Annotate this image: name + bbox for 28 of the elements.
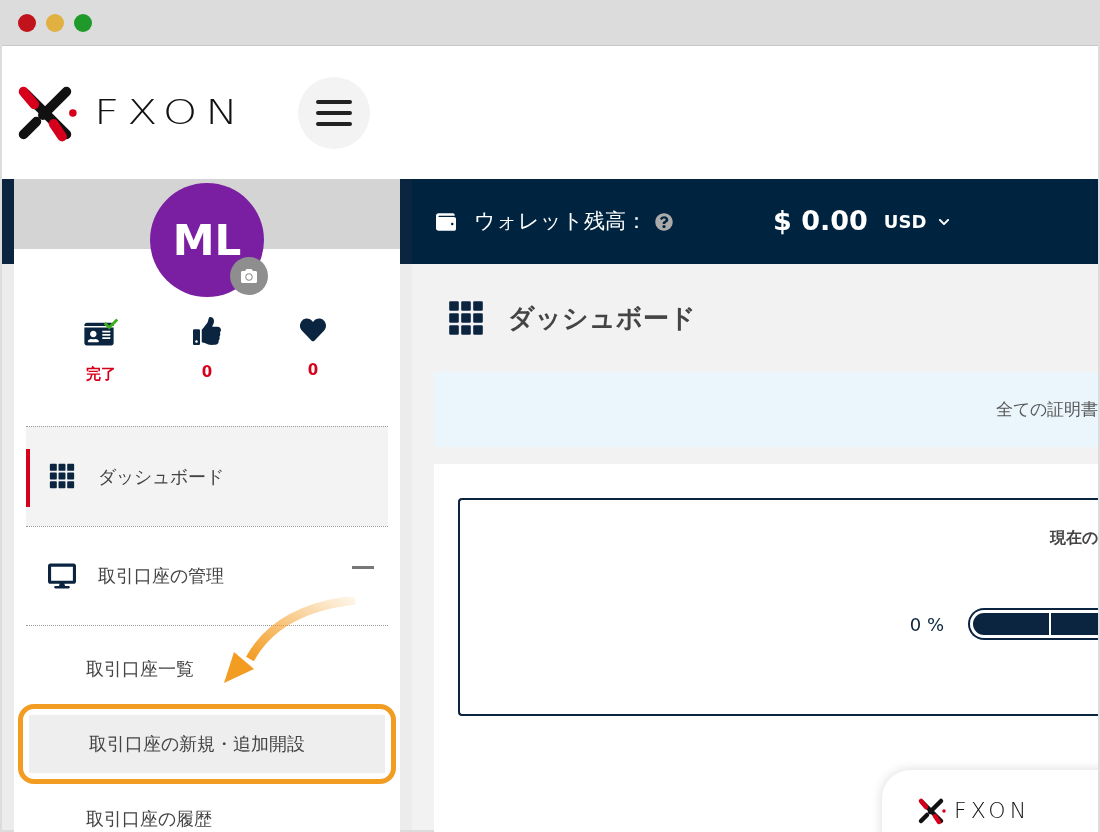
- menu-icon: [316, 98, 353, 127]
- wallet-icon: [434, 211, 458, 232]
- fxon-logo[interactable]: FXON: [916, 794, 1098, 827]
- submenu-item[interactable]: 取引口座の新規・追加開設: [29, 714, 385, 773]
- heart-icon: [299, 317, 327, 343]
- wallet-bar: ウォレット残高： $ 0.00 USD: [412, 179, 1098, 264]
- stat-label: 0: [307, 360, 319, 381]
- grid-icon: [49, 463, 75, 489]
- sidebar-item[interactable]: ダッシュボード: [26, 425, 388, 526]
- card-heading: 現在の: [1050, 527, 1098, 549]
- grid-icon: [448, 300, 484, 336]
- camera-button[interactable]: [230, 257, 268, 295]
- active-indicator: [26, 448, 30, 507]
- progress-reading: 0 %: [909, 612, 944, 637]
- page-title: ダッシュボード: [508, 301, 696, 335]
- maximize-button[interactable]: [74, 13, 92, 32]
- stat-label: 完了: [86, 364, 116, 385]
- camera-icon: [240, 268, 258, 284]
- sidebar-item[interactable]: 取引口座の管理: [26, 525, 388, 626]
- help-icon[interactable]: [655, 212, 673, 231]
- thumbs-up-icon: [193, 317, 221, 345]
- stat-label: 0: [201, 362, 213, 383]
- id-card-check-icon: [83, 317, 119, 347]
- close-button[interactable]: [18, 13, 36, 32]
- notice-banner: 全ての証明書: [434, 372, 1098, 447]
- currency-dropdown[interactable]: USD: [883, 208, 951, 235]
- monitor-icon: [48, 561, 76, 590]
- fxon-logo[interactable]: FXON: [12, 79, 247, 146]
